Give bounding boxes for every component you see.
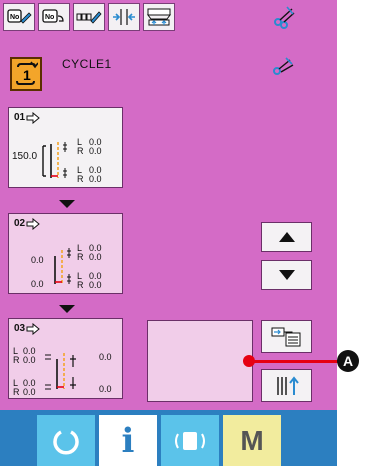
cycle-edit-icon xyxy=(75,7,103,27)
communication-button[interactable] xyxy=(161,415,219,466)
cycle-edit-button[interactable] xyxy=(73,3,105,31)
callout-line xyxy=(253,360,341,363)
feed-adjust-button[interactable] xyxy=(108,3,140,31)
mode-button[interactable]: M xyxy=(223,415,281,466)
information-icon: i xyxy=(121,420,135,461)
pattern-number-edit-button[interactable]: No xyxy=(3,3,35,31)
left-bottom-value: 0.0 xyxy=(31,279,44,289)
step-card-1[interactable]: 01 150.0 L R 0.0 0.0 L R 0.0 0.0 xyxy=(8,107,123,188)
mode-icon: M xyxy=(240,424,264,456)
letter-r: R xyxy=(77,146,84,156)
step-number: 02 xyxy=(14,218,26,229)
step-number: 03 xyxy=(14,323,26,334)
forward-arrow-icon xyxy=(26,218,40,230)
cycle-icon-text: 1 xyxy=(23,67,31,83)
sort-step-icon xyxy=(276,375,299,395)
scissors-icon[interactable] xyxy=(272,5,298,34)
value: 0.0 xyxy=(23,355,36,365)
stacker-button[interactable] xyxy=(143,3,175,31)
down-arrow-icon xyxy=(59,200,75,208)
sort-step-button[interactable] xyxy=(261,369,312,402)
letter-r: R xyxy=(13,387,20,397)
forward-arrow-icon xyxy=(26,112,40,124)
right-top-value: 0.0 xyxy=(99,352,112,362)
insert-step-button[interactable] xyxy=(261,320,312,353)
cycle-button[interactable]: 1 xyxy=(10,57,42,91)
pattern-number-edit-icon: No xyxy=(6,7,32,27)
step-card-3[interactable]: 03 L R 0.0 0.0 L R 0.0 0.0 0.0 0.0 xyxy=(8,318,123,399)
callout-dot xyxy=(243,355,255,367)
svg-text:No: No xyxy=(45,14,54,21)
clamp-diagram-icon xyxy=(45,353,76,390)
svg-text:No: No xyxy=(10,14,19,21)
letter-r: R xyxy=(77,174,84,184)
ready-icon xyxy=(53,429,79,455)
step-left-value: 150.0 xyxy=(12,151,38,162)
pattern-number-link-button[interactable]: No xyxy=(38,3,70,31)
letter-r: R xyxy=(77,252,84,262)
scroll-down-button[interactable] xyxy=(261,260,312,290)
feed-adjust-icon xyxy=(111,7,137,27)
ready-button[interactable] xyxy=(37,415,95,466)
insert-step-icon xyxy=(271,327,300,346)
forward-arrow-icon xyxy=(26,323,40,335)
cycle-icon: 1 xyxy=(16,61,38,85)
value: 0.0 xyxy=(89,174,102,184)
step-number: 01 xyxy=(14,112,26,123)
left-top-value: 0.0 xyxy=(31,255,44,265)
value: 0.0 xyxy=(89,146,102,156)
value: 0.0 xyxy=(89,280,102,290)
thread-trimmer-icon xyxy=(272,57,296,82)
value: 0.0 xyxy=(23,387,36,397)
triangle-down-icon xyxy=(278,270,295,280)
information-button[interactable]: i xyxy=(99,415,157,466)
blank-panel xyxy=(147,320,253,402)
scroll-up-button[interactable] xyxy=(261,222,312,252)
callout-badge: A xyxy=(337,350,359,372)
value: 0.0 xyxy=(89,252,102,262)
down-arrow-icon xyxy=(59,305,75,313)
screen: No No 1 CYCLE1 01 150.0 L R 0.0 0.0 L R … xyxy=(0,0,337,466)
step-card-2[interactable]: 02 0.0 0.0 L R 0.0 0.0 L R 0.0 0.0 xyxy=(8,213,123,294)
triangle-up-icon xyxy=(278,232,295,242)
cycle-name: CYCLE1 xyxy=(62,57,112,71)
communication-icon xyxy=(175,431,205,450)
pattern-number-link-icon: No xyxy=(41,7,67,27)
letter-r: R xyxy=(13,355,20,365)
letter-r: R xyxy=(77,280,84,290)
right-bottom-value: 0.0 xyxy=(99,384,112,394)
stacker-icon xyxy=(145,7,173,27)
